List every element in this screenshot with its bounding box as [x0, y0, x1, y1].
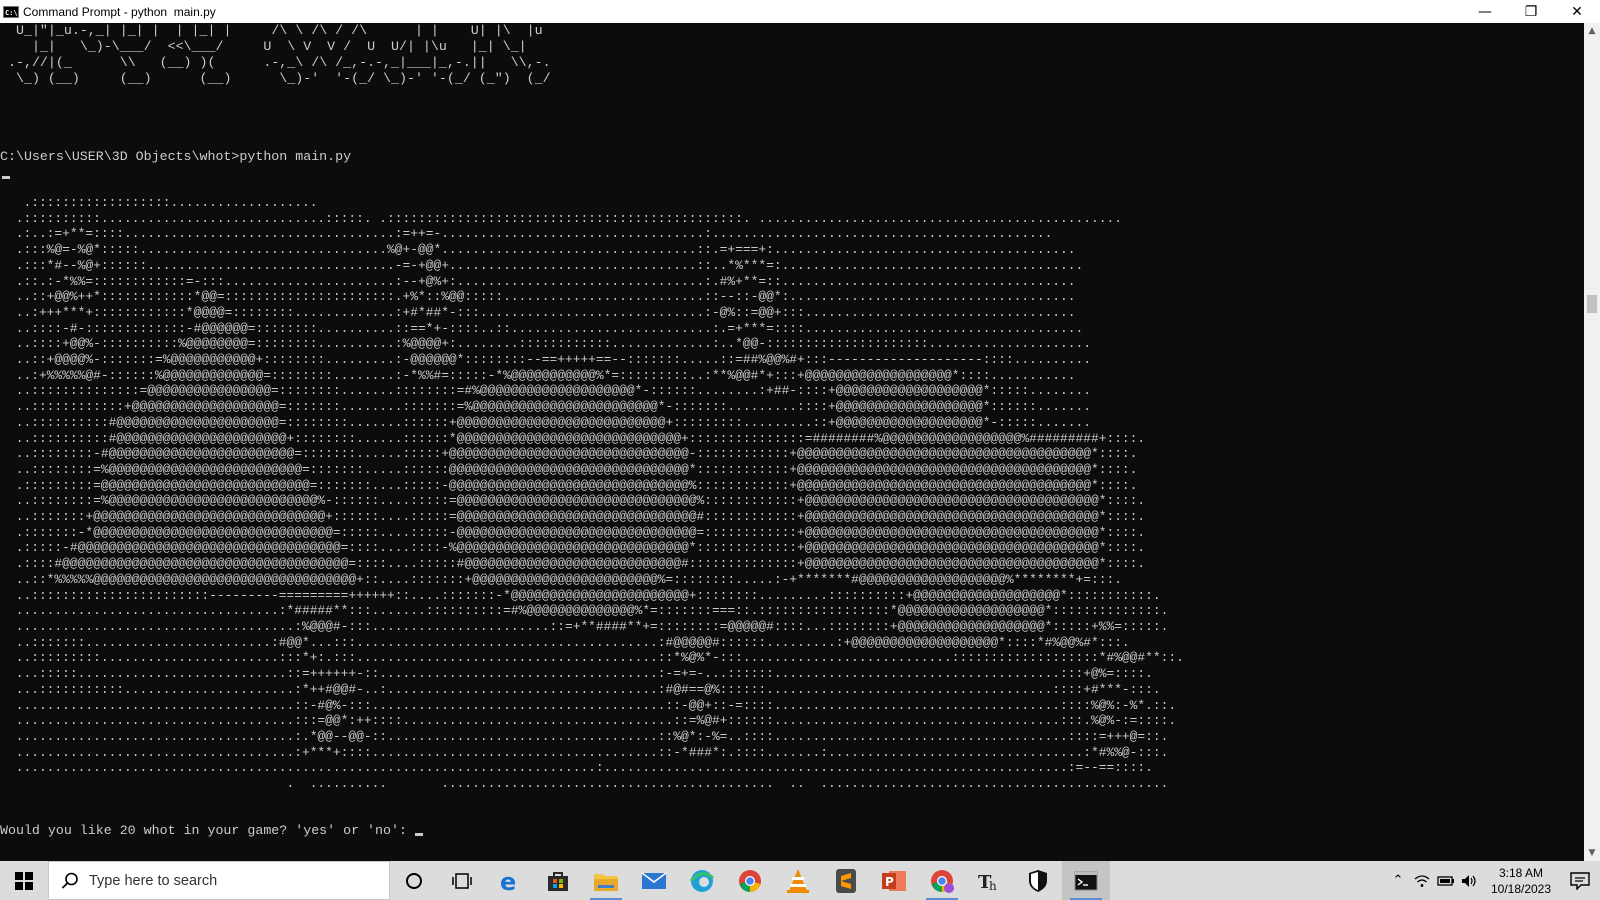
input-prompt-line[interactable]: Would you like 20 whot in your game? 'ye…	[0, 823, 423, 839]
taskbar-chrome-profile[interactable]	[918, 861, 966, 900]
taskbar-edge-legacy[interactable]: e	[486, 861, 534, 900]
notification-icon	[1570, 871, 1590, 890]
scroll-thumb[interactable]	[1587, 295, 1597, 313]
edge-legacy-icon: e	[500, 868, 516, 894]
ascii-banner: U_|"|_u.-,_| |_| | | |_| | /\ \ /\ / /\ …	[8, 23, 551, 86]
sublime-text-icon	[836, 868, 856, 893]
close-button[interactable]: ✕	[1554, 0, 1600, 23]
vertical-scrollbar[interactable]: ▲ ▼	[1584, 23, 1600, 861]
taskbar: Type here to search e P Th ⌃ 3:18 AM 10/…	[0, 861, 1600, 900]
chrome-icon	[739, 869, 761, 892]
clock-time: 3:18 AM	[1498, 865, 1544, 880]
taskbar-search-box[interactable]: Type here to search	[48, 861, 390, 900]
taskbar-powerpoint[interactable]: P	[870, 861, 918, 900]
command-prompt-icon	[1074, 871, 1098, 890]
taskbar-defender[interactable]	[1014, 861, 1062, 900]
vlc-icon	[787, 868, 809, 893]
taskbar-chrome[interactable]	[726, 861, 774, 900]
ascii-art-cards: .::::::::::::::::::................... .…	[15, 195, 1184, 792]
search-icon	[61, 872, 78, 889]
svg-text:h: h	[989, 879, 997, 893]
taskbar-command-prompt[interactable]	[1062, 861, 1110, 900]
taskbar-vlc[interactable]	[774, 861, 822, 900]
window-title: Command Prompt - python main.py	[23, 4, 216, 19]
cortana-icon	[406, 872, 422, 889]
edge-icon	[689, 869, 715, 892]
command-prompt-line: C:\Users\USER\3D Objects\whot>python mai…	[0, 149, 352, 164]
taskbar-file-explorer[interactable]	[582, 861, 630, 900]
input-cursor[interactable]	[414, 833, 423, 836]
taskbar-typora[interactable]: Th	[966, 861, 1014, 900]
taskbar-store[interactable]	[534, 861, 582, 900]
scroll-up-arrow[interactable]: ▲	[1584, 23, 1600, 39]
taskbar-edge[interactable]	[678, 861, 726, 900]
command-prompt-app-icon[interactable]: C:\	[3, 5, 19, 18]
console-output[interactable]: U_|"|_u.-,_| |_| | | |_| | /\ \ /\ / /\ …	[0, 23, 1584, 861]
console-cursor	[2, 176, 10, 179]
task-view-button[interactable]	[438, 861, 486, 900]
typora-icon: Th	[978, 872, 997, 893]
window-controls: — ❐ ✕	[1462, 0, 1600, 23]
chrome-profile-icon	[931, 869, 954, 893]
start-button[interactable]	[0, 861, 48, 900]
taskbar-mail[interactable]	[630, 861, 678, 900]
file-explorer-icon	[594, 873, 618, 891]
taskbar-clock[interactable]: 3:18 AM 10/18/2023	[1486, 865, 1556, 897]
battery-icon[interactable]	[1434, 875, 1458, 887]
game-question: Would you like 20 whot in your game? 'ye…	[0, 823, 415, 838]
cortana-button[interactable]	[390, 861, 438, 900]
volume-icon[interactable]	[1458, 874, 1482, 888]
svg-text:e: e	[500, 868, 516, 894]
taskbar-sublime[interactable]	[822, 861, 870, 900]
show-hidden-icons-chevron-icon[interactable]: ⌃	[1386, 873, 1410, 888]
wifi-icon[interactable]	[1410, 874, 1434, 888]
search-placeholder: Type here to search	[89, 872, 218, 889]
task-view-icon	[452, 872, 472, 889]
scroll-down-arrow[interactable]: ▼	[1584, 845, 1600, 861]
defender-icon	[1029, 869, 1047, 892]
maximize-button[interactable]: ❐	[1508, 0, 1554, 23]
mail-icon	[641, 871, 667, 889]
system-tray: ⌃ 3:18 AM 10/18/2023	[1386, 861, 1600, 900]
windows-logo-icon	[15, 871, 33, 890]
minimize-button[interactable]: —	[1462, 0, 1508, 23]
powerpoint-icon: P	[882, 870, 906, 891]
window-title-bar[interactable]: C:\ Command Prompt - python main.py — ❐ …	[0, 0, 1600, 23]
notification-center-button[interactable]	[1560, 861, 1600, 900]
store-icon	[548, 871, 568, 891]
svg-text:P: P	[885, 875, 894, 889]
clock-date: 10/18/2023	[1490, 881, 1552, 896]
